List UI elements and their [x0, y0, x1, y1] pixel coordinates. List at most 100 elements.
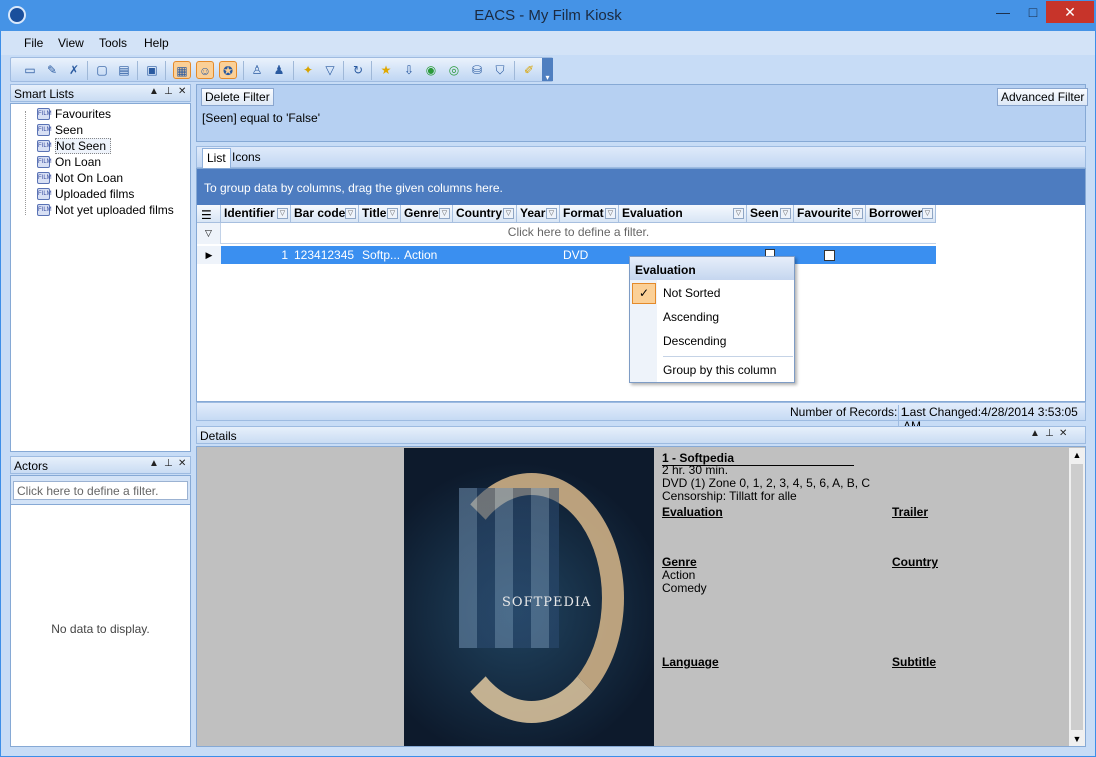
delete-filter-button[interactable]: Delete Filter	[201, 88, 274, 106]
filter-panel: Delete Filter Advanced Filter [Seen] equ…	[196, 84, 1089, 142]
column-borrower[interactable]: Borrower ▽	[866, 205, 936, 223]
smart-list-on-loan[interactable]: FILM On Loan	[37, 154, 101, 170]
cell-identifier[interactable]: 1	[221, 246, 291, 264]
column-title[interactable]: Title ▽	[359, 205, 401, 223]
reel-icon[interactable]: ✪	[219, 61, 237, 79]
shield-icon[interactable]: ⛉	[491, 61, 509, 79]
column-filter-icon[interactable]: ▽	[852, 208, 863, 219]
cell-format[interactable]: DVD	[560, 246, 619, 264]
column-filter-icon[interactable]: ▽	[780, 208, 791, 219]
delete-icon[interactable]: ✗	[65, 61, 83, 79]
database-icon[interactable]: ⛁	[468, 61, 486, 79]
actors-title: Actors	[14, 459, 49, 473]
new-icon[interactable]: ▭	[21, 61, 39, 79]
films-icon[interactable]: ▦	[173, 61, 191, 79]
open-icon[interactable]: ✎	[43, 61, 61, 79]
column-filter-icon[interactable]: ▽	[546, 208, 557, 219]
menu-item-descending[interactable]: Descending	[663, 330, 726, 352]
favourite-checkbox[interactable]	[824, 250, 835, 261]
column-filter-icon[interactable]: ▽	[503, 208, 514, 219]
filter-row-icon[interactable]: ▽	[197, 223, 221, 244]
maximize-button[interactable]: □	[1018, 1, 1048, 23]
list-icon: FILM	[37, 140, 52, 152]
collapse-icon[interactable]: ▲	[149, 458, 159, 469]
users-icon[interactable]: ♟	[270, 61, 288, 79]
close-button[interactable]: ✕	[1046, 1, 1094, 23]
menu-item-group-by-column[interactable]: Group by this column	[663, 359, 776, 381]
smart-list-not-seen[interactable]: FILM Not Seen	[37, 138, 112, 154]
filter-icon[interactable]: ▽	[321, 61, 339, 79]
brush-icon[interactable]: ✐	[520, 61, 538, 79]
menu-view[interactable]: View	[58, 36, 84, 50]
toolbar-overflow-icon[interactable]: ▾	[542, 58, 553, 82]
smart-list-favourites[interactable]: FILM Favourites	[37, 106, 111, 122]
country-label: Country	[892, 555, 938, 569]
scroll-down-icon[interactable]: ▼	[1069, 732, 1085, 746]
column-identifier[interactable]: Identifier ▽	[221, 205, 291, 223]
export-icon[interactable]: ▣	[143, 61, 161, 79]
column-barcode[interactable]: Bar code ▽	[291, 205, 359, 223]
globe-icon[interactable]: ◉	[422, 61, 440, 79]
minimize-button[interactable]: —	[988, 1, 1018, 23]
menu-item-not-sorted[interactable]: Not Sorted	[663, 282, 720, 304]
column-filter-icon[interactable]: ▽	[277, 208, 288, 219]
column-filter-icon[interactable]: ▽	[733, 208, 744, 219]
tab-list[interactable]: List	[202, 148, 231, 168]
film-info: 1 - Softpedia 2 hr. 30 min. DVD (1) Zone…	[654, 448, 1069, 746]
column-evaluation[interactable]: Evaluation ▽	[619, 205, 747, 223]
refresh-icon[interactable]: ↻	[349, 61, 367, 79]
close-icon[interactable]: ✕	[178, 86, 186, 97]
film-disc: DVD (1) Zone 0, 1, 2, 3, 4, 5, 6, A, B, …	[662, 476, 871, 490]
pin-icon[interactable]: ⊥	[164, 458, 173, 469]
column-filter-icon[interactable]: ▽	[387, 208, 398, 219]
smart-list-not-uploaded[interactable]: FILM Not yet uploaded films	[37, 202, 174, 218]
group-panel[interactable]: To group data by columns, drag the given…	[197, 169, 1085, 205]
collapse-icon[interactable]: ▲	[1030, 428, 1040, 439]
menu-tools[interactable]: Tools	[99, 36, 127, 50]
menu-help[interactable]: Help	[144, 36, 169, 50]
menu-item-ascending[interactable]: Ascending	[663, 306, 719, 328]
star-icon[interactable]: ★	[377, 61, 395, 79]
smart-list-uploaded[interactable]: FILM Uploaded films	[37, 186, 134, 202]
copy-icon[interactable]: ▢	[93, 61, 111, 79]
column-chooser-icon[interactable]: ☰	[197, 205, 221, 223]
column-seen[interactable]: Seen ▽	[747, 205, 794, 223]
smart-list-seen[interactable]: FILM Seen	[37, 122, 83, 138]
column-filter-icon[interactable]: ▽	[439, 208, 450, 219]
cell-title[interactable]: Softp...	[359, 246, 401, 264]
pin-icon[interactable]: ⊥	[1045, 428, 1054, 439]
actors-header: Actors ▲ ⊥ ✕	[10, 456, 191, 474]
column-filter-icon[interactable]: ▽	[345, 208, 356, 219]
persons-icon[interactable]: ☺	[196, 61, 214, 79]
close-icon[interactable]: ✕	[178, 458, 186, 469]
row-indicator-icon: ▶	[197, 246, 221, 264]
close-icon[interactable]: ✕	[1059, 428, 1067, 439]
tab-icons[interactable]: Icons	[228, 148, 265, 168]
column-filter-icon[interactable]: ▽	[605, 208, 616, 219]
column-format[interactable]: Format ▽	[560, 205, 619, 223]
cell-barcode[interactable]: 123412345	[291, 246, 359, 264]
filter-row[interactable]: Click here to define a filter.	[221, 223, 936, 244]
advanced-filter-button[interactable]: Advanced Filter	[997, 88, 1089, 106]
smart-list-not-on-loan[interactable]: FILM Not On Loan	[37, 170, 123, 186]
scroll-thumb[interactable]	[1071, 464, 1083, 730]
pin-icon[interactable]: ⊥	[164, 86, 173, 97]
edit-icon[interactable]: ▤	[115, 61, 133, 79]
cell-genre[interactable]: Action	[401, 246, 453, 264]
details-title: Details	[200, 429, 237, 443]
bulb-icon[interactable]: ✦	[299, 61, 317, 79]
collapse-icon[interactable]: ▲	[149, 86, 159, 97]
column-favourite[interactable]: Favourite ▽	[794, 205, 866, 223]
web-icon[interactable]: ◎	[445, 61, 463, 79]
column-genre[interactable]: Genre ▽	[401, 205, 453, 223]
actors-list: No data to display.	[10, 504, 191, 747]
user-icon[interactable]: ♙	[248, 61, 266, 79]
details-scrollbar[interactable]: ▲ ▼	[1069, 448, 1085, 746]
download-icon[interactable]: ⇩	[400, 61, 418, 79]
scroll-up-icon[interactable]: ▲	[1069, 448, 1085, 462]
actors-filter-input[interactable]: Click here to define a filter.	[13, 481, 188, 500]
column-filter-icon[interactable]: ▽	[922, 208, 933, 219]
column-country[interactable]: Country ▽	[453, 205, 517, 223]
menu-file[interactable]: File	[24, 36, 43, 50]
column-year[interactable]: Year ▽	[517, 205, 560, 223]
